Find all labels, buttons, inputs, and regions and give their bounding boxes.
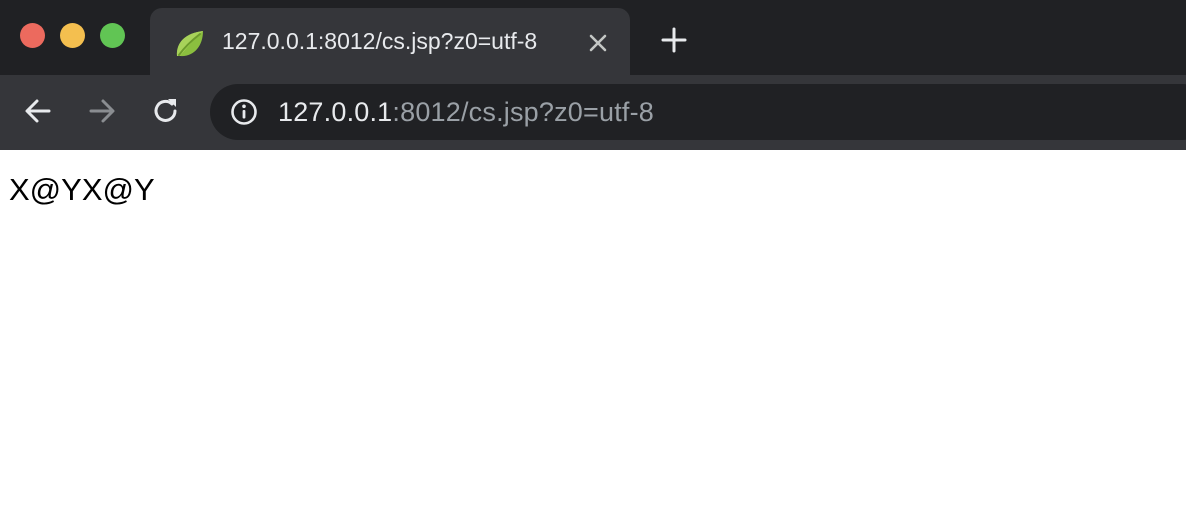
browser-window: 127.0.0.1:8012/cs.jsp?z0=utf-8 127.0.0.1…: [0, 0, 1186, 512]
address-bar[interactable]: 127.0.0.1:8012/cs.jsp?z0=utf-8: [210, 84, 1186, 140]
plus-icon: [660, 26, 688, 59]
close-icon[interactable]: [584, 29, 612, 57]
window-minimize-button[interactable]: [60, 23, 85, 48]
url-text: 127.0.0.1:8012/cs.jsp?z0=utf-8: [278, 97, 654, 128]
back-button[interactable]: [18, 93, 58, 133]
toolbar: 127.0.0.1:8012/cs.jsp?z0=utf-8: [0, 75, 1186, 150]
arrow-left-icon: [23, 96, 53, 131]
window-close-button[interactable]: [20, 23, 45, 48]
forward-button[interactable]: [82, 93, 122, 133]
tab-title: 127.0.0.1:8012/cs.jsp?z0=utf-8: [222, 28, 538, 54]
new-tab-button[interactable]: [656, 24, 692, 60]
page-content: X@YX@Y: [0, 150, 1186, 512]
leaf-icon: [172, 26, 208, 62]
tab-active[interactable]: 127.0.0.1:8012/cs.jsp?z0=utf-8: [150, 8, 630, 75]
page-body-text: X@YX@Y: [9, 172, 155, 207]
reload-button[interactable]: [146, 93, 186, 133]
url-path: :8012/cs.jsp?z0=utf-8: [392, 97, 655, 127]
tab-strip: 127.0.0.1:8012/cs.jsp?z0=utf-8: [0, 0, 1186, 75]
reload-icon: [151, 96, 181, 131]
info-icon[interactable]: [230, 98, 258, 126]
window-maximize-button[interactable]: [100, 23, 125, 48]
url-host: 127.0.0.1: [278, 97, 393, 127]
arrow-right-icon: [87, 96, 117, 131]
